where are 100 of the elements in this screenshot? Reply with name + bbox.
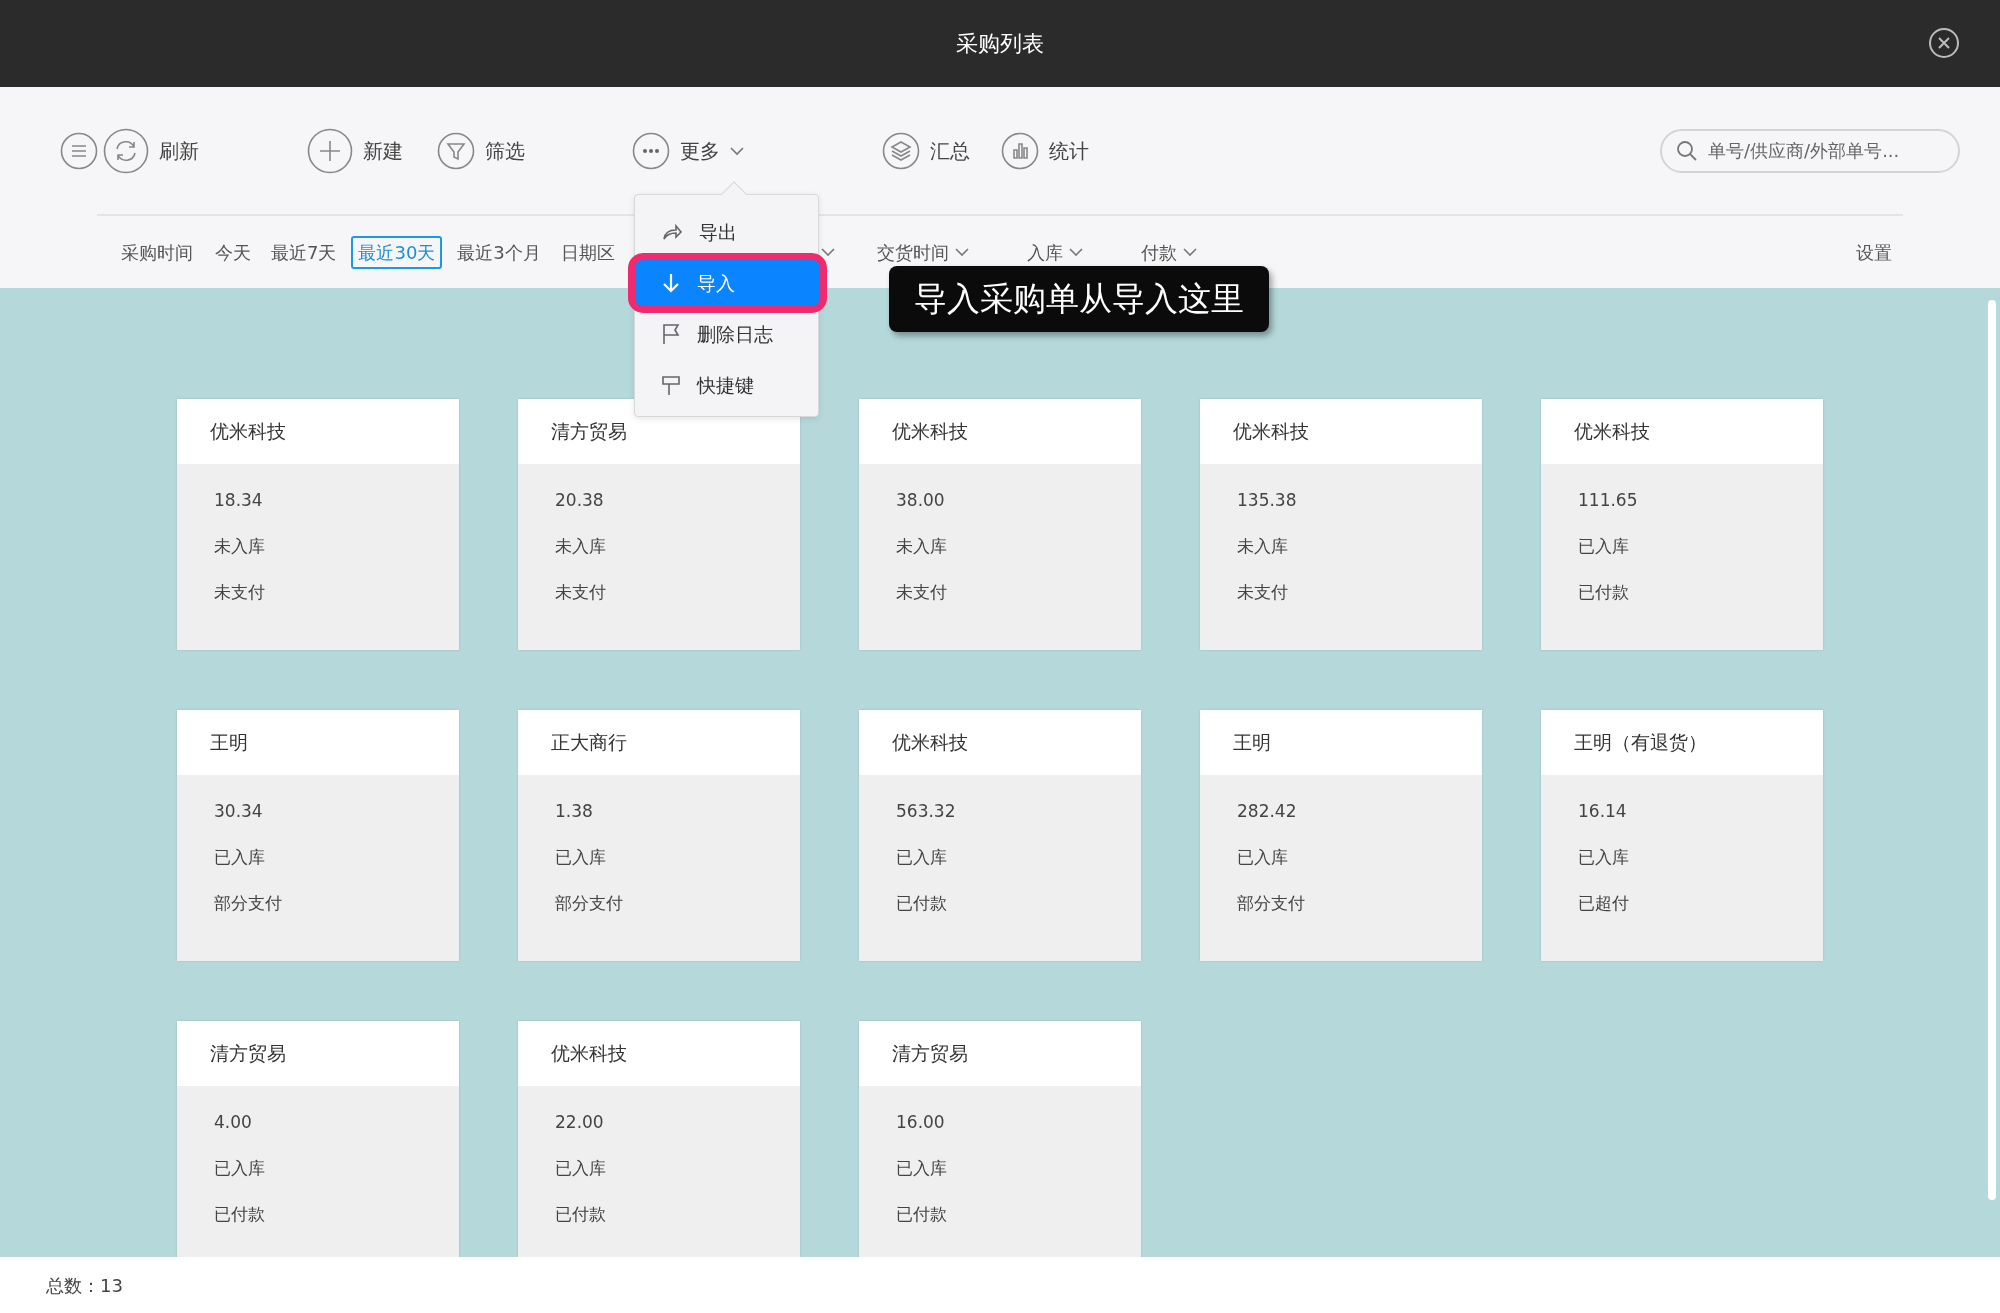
toolbar-button[interactable]: 更多 (632, 131, 744, 170)
amount-text: 20.38 (555, 489, 605, 512)
order-card[interactable]: 清方贸易 4.00 已入库 已付款 (177, 1021, 459, 1257)
layers-icon (882, 131, 920, 170)
amount-text: 135.38 (1237, 489, 1298, 512)
stock-status: 已入库 (555, 846, 607, 869)
toolbar-button[interactable]: 汇总 (882, 131, 970, 170)
payment-status: 已付款 (214, 1203, 266, 1226)
amount-text: 4.00 (214, 1111, 253, 1134)
amount-text: 282.42 (1237, 800, 1298, 823)
caret-icon (820, 247, 835, 257)
toolbar-button[interactable]: 新建 (307, 127, 403, 174)
stock-status: 已入库 (896, 1157, 948, 1180)
total-count: 总数：13 (46, 1273, 123, 1298)
order-card[interactable]: 正大商行 1.38 已入库 部分支付 (518, 710, 800, 961)
menu-item[interactable]: 删除日志 (635, 311, 818, 357)
filter-dropdown[interactable]: 入库 (1021, 235, 1088, 269)
funnel-icon (437, 131, 475, 170)
amount-text: 22.00 (555, 1111, 605, 1134)
payment-status: 已超付 (1578, 892, 1630, 915)
amount-text: 16.00 (896, 1111, 946, 1134)
date-filter-option[interactable]: 最近7天 (266, 235, 342, 269)
menu-item[interactable]: 导出 (635, 209, 818, 255)
order-card[interactable]: 清方贸易 20.38 未入库 未支付 (518, 399, 800, 650)
bar-chart-icon (1001, 131, 1039, 170)
amount-text: 18.34 (214, 489, 264, 512)
stock-status: 未入库 (214, 535, 266, 558)
amount-text: 30.34 (214, 800, 264, 823)
close-button[interactable] (1928, 27, 1960, 59)
order-card[interactable]: 优米科技 135.38 未入库 未支付 (1200, 399, 1482, 650)
toolbar-button[interactable]: 筛选 (437, 131, 525, 170)
caret-icon (1182, 247, 1197, 257)
payment-status: 已付款 (896, 892, 948, 915)
toolbar-button[interactable]: 刷新 (103, 127, 199, 174)
refresh-icon (103, 127, 149, 174)
tooltip: 导入采购单从导入这里 (889, 266, 1269, 332)
supplier-name: 王明 (210, 730, 248, 756)
order-card[interactable]: 优米科技 563.32 已入库 已付款 (859, 710, 1141, 961)
amount-text: 1.38 (555, 800, 594, 823)
supplier-name: 王明 (1233, 730, 1271, 756)
stock-status: 未入库 (1237, 535, 1289, 558)
stock-status: 已入库 (214, 1157, 266, 1180)
search-icon (1676, 139, 1698, 162)
settings-link[interactable]: 设置 (1851, 235, 1897, 269)
payment-status: 未支付 (896, 581, 948, 604)
plus-icon (307, 127, 353, 174)
caret-icon (730, 145, 744, 156)
share-arrow-icon (661, 222, 683, 242)
supplier-name: 优米科技 (1233, 419, 1309, 445)
supplier-name: 正大商行 (551, 730, 627, 756)
signpost-icon (661, 374, 681, 396)
payment-status: 已付款 (896, 1203, 948, 1226)
supplier-name: 清方贸易 (551, 419, 627, 445)
order-card[interactable]: 王明 30.34 已入库 部分支付 (177, 710, 459, 961)
payment-status: 部分支付 (555, 892, 624, 915)
date-filter-option[interactable]: 今天 (210, 235, 256, 269)
filter-dropdown[interactable]: 交货时间 (871, 235, 974, 269)
order-card[interactable]: 优米科技 22.00 已入库 已付款 (518, 1021, 800, 1257)
payment-status: 未支付 (555, 581, 607, 604)
menu-button[interactable] (60, 131, 98, 170)
supplier-name: 王明（有退货） (1574, 730, 1707, 756)
supplier-name: 优米科技 (551, 1041, 627, 1067)
supplier-name: 优米科技 (892, 730, 968, 756)
order-card[interactable]: 王明（有退货） 16.14 已入库 已超付 (1541, 710, 1823, 961)
stock-status: 已入库 (896, 846, 948, 869)
stock-status: 已入库 (1237, 846, 1289, 869)
dots-icon (632, 131, 670, 170)
date-filter-option[interactable]: 日期区 (555, 235, 620, 269)
window-title: 采购列表 (956, 30, 1044, 58)
stock-status: 未入库 (555, 535, 607, 558)
caret-icon (954, 247, 969, 257)
payment-status: 部分支付 (1237, 892, 1306, 915)
down-arrow-icon (661, 272, 681, 294)
stock-status: 已入库 (555, 1157, 607, 1180)
payment-status: 已付款 (555, 1203, 607, 1226)
supplier-name: 优米科技 (1574, 419, 1650, 445)
stock-status: 已入库 (1578, 535, 1630, 558)
order-card[interactable]: 优米科技 38.00 未入库 未支付 (859, 399, 1141, 650)
supplier-name: 优米科技 (892, 419, 968, 445)
amount-text: 16.14 (1578, 800, 1628, 823)
scrollbar[interactable] (1988, 300, 1996, 1200)
payment-status: 已付款 (1578, 581, 1630, 604)
toolbar-button[interactable]: 统计 (1001, 131, 1089, 170)
flag-icon (661, 323, 681, 345)
order-card[interactable]: 优米科技 111.65 已入库 已付款 (1541, 399, 1823, 650)
date-filter-option[interactable]: 最近3个月 (452, 235, 546, 269)
stock-status: 未入库 (896, 535, 948, 558)
caret-icon (1068, 247, 1083, 257)
menu-icon (60, 131, 98, 170)
order-card[interactable]: 优米科技 18.34 未入库 未支付 (177, 399, 459, 650)
stock-status: 已入库 (1578, 846, 1630, 869)
payment-status: 未支付 (214, 581, 266, 604)
supplier-name: 优米科技 (210, 419, 286, 445)
order-card[interactable]: 王明 282.42 已入库 部分支付 (1200, 710, 1482, 961)
amount-text: 563.32 (896, 800, 957, 823)
payment-status: 未支付 (1237, 581, 1289, 604)
filter-dropdown[interactable]: 付款 (1135, 235, 1202, 269)
search-field[interactable]: 单号/供应商/外部单号... (1660, 128, 1960, 173)
close-icon (1928, 27, 1960, 59)
order-card[interactable]: 清方贸易 16.00 已入库 已付款 (859, 1021, 1141, 1257)
